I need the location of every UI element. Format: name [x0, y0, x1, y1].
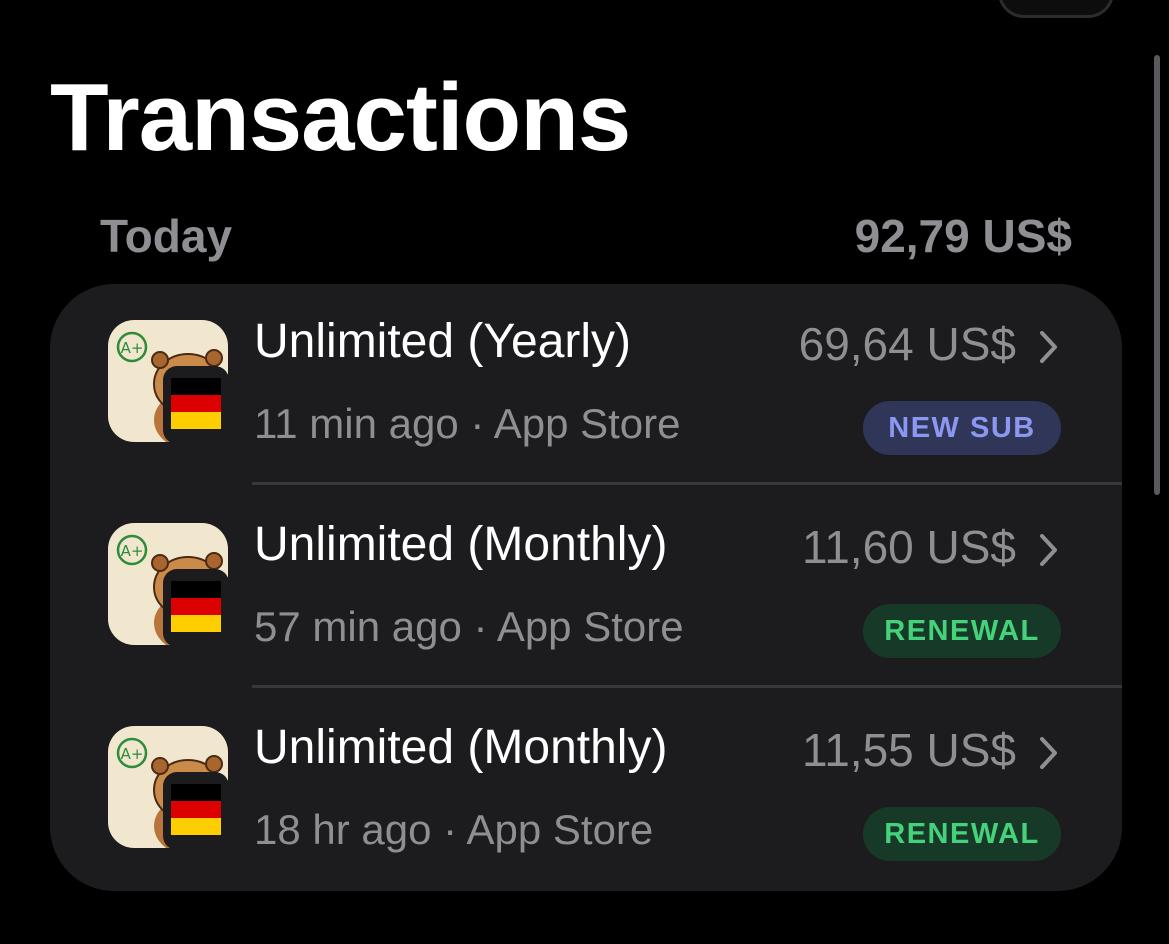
- row-divider: [252, 685, 1122, 688]
- transaction-amount: 11,60 US$: [802, 521, 1016, 573]
- chevron-right-icon: [1040, 737, 1057, 769]
- grade-mark: A+: [121, 339, 144, 357]
- transaction-row[interactable]: A+ Unlimited (Yearly) 11 min ago · App S…: [50, 284, 1122, 487]
- product-name: Unlimited (Monthly): [254, 721, 668, 774]
- transaction-amount: 11,55 US$: [802, 724, 1016, 776]
- product-name: Unlimited (Monthly): [254, 518, 668, 571]
- page-title: Transactions: [50, 64, 631, 171]
- transaction-meta: 18 hr ago · App Store: [254, 806, 654, 853]
- germany-flag-icon: [163, 366, 229, 444]
- status-badge-renewal: RENEWAL: [863, 604, 1061, 658]
- status-badge-renewal: RENEWAL: [863, 807, 1061, 861]
- section-date-label: Today: [100, 210, 233, 262]
- chevron-right-icon: [1040, 534, 1057, 566]
- transactions-list: A+ Unlimited (Yearly) 11 min ago · App S…: [50, 284, 1122, 891]
- transaction-meta: 57 min ago · App Store: [254, 603, 684, 650]
- chevron-right-icon: [1040, 331, 1057, 363]
- transaction-meta: 11 min ago · App Store: [254, 400, 681, 447]
- germany-flag-icon: [163, 772, 229, 850]
- germany-flag-icon: [163, 569, 229, 647]
- grade-mark: A+: [121, 542, 144, 560]
- row-divider: [252, 482, 1122, 485]
- top-control-pill[interactable]: [998, 0, 1114, 18]
- transaction-amount: 69,64 US$: [798, 318, 1016, 370]
- section-total: 92,79 US$: [854, 210, 1072, 262]
- scroll-indicator[interactable]: [1154, 55, 1160, 495]
- section-header: Today 92,79 US$: [100, 206, 1072, 266]
- transaction-row[interactable]: A+ Unlimited (Monthly) 57 min ago · App …: [50, 487, 1122, 690]
- transaction-row[interactable]: A+ Unlimited (Monthly) 18 hr ago · App S…: [50, 690, 1122, 891]
- product-name: Unlimited (Yearly): [254, 315, 632, 368]
- status-badge-new-sub: NEW SUB: [863, 401, 1061, 455]
- grade-mark: A+: [121, 745, 144, 763]
